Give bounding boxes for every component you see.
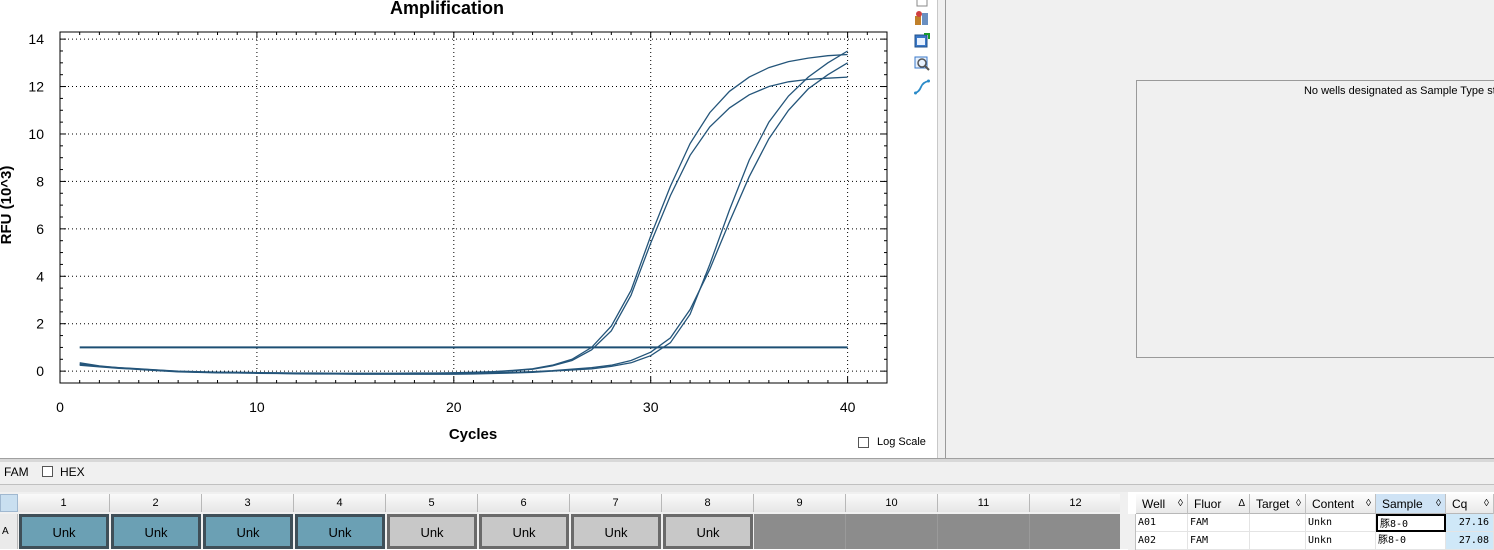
plot-frame [59, 31, 888, 384]
column-header-label: Fluor [1194, 497, 1222, 511]
sort-icon[interactable]: ◊ [1296, 494, 1301, 513]
page-icon[interactable] [914, 0, 930, 8]
x-tick-label: 0 [56, 399, 64, 415]
hex-checkbox[interactable] [42, 466, 53, 477]
column-header-content[interactable]: Content ◊ [1306, 494, 1376, 514]
column-header-6[interactable]: 6 [478, 494, 570, 512]
well-a5[interactable]: Unk [387, 514, 477, 549]
vertical-splitter[interactable] [937, 0, 946, 458]
sort-icon[interactable]: ◊ [1484, 494, 1489, 513]
column-header-target[interactable]: Target ◊ [1250, 494, 1306, 514]
y-tick-label: 0 [36, 363, 44, 379]
standard-curve-panel: No wells designated as Sample Type stand… [946, 0, 1494, 458]
row-header-a[interactable]: A [0, 514, 18, 549]
cell-sample[interactable]: 豚8-0 [1376, 532, 1446, 550]
well-a10[interactable] [846, 514, 938, 549]
column-header-5[interactable]: 5 [386, 494, 478, 512]
row-selector[interactable] [1128, 532, 1136, 550]
fluor-selector-bar: FAM HEX [0, 462, 1494, 484]
cell-target[interactable] [1250, 514, 1306, 532]
cell-sample[interactable]: 豚8-0 [1376, 514, 1446, 532]
column-header-7[interactable]: 7 [570, 494, 662, 512]
well-a8[interactable]: Unk [663, 514, 753, 549]
cell-target[interactable] [1250, 532, 1306, 550]
fluor-label-hex[interactable]: HEX [60, 465, 85, 479]
plate-select-all[interactable] [0, 494, 18, 512]
y-tick-label: 2 [36, 316, 44, 332]
no-standards-message: No wells designated as Sample Type stand… [1303, 85, 1494, 97]
cell-cq[interactable]: 27.08 [1446, 532, 1494, 550]
column-header-fluor[interactable]: Fluor Δ [1188, 494, 1250, 514]
cell-cq[interactable]: 27.16 [1446, 514, 1494, 532]
column-header-3[interactable]: 3 [202, 494, 294, 512]
well-a6[interactable]: Unk [479, 514, 569, 549]
zoom-icon[interactable] [914, 55, 930, 71]
export-icon[interactable] [914, 33, 930, 49]
well-a4[interactable]: Unk [295, 514, 385, 549]
y-tick-label: 14 [28, 31, 44, 47]
fluor-label-fam[interactable]: FAM [4, 465, 29, 479]
x-tick-label: 40 [840, 399, 856, 415]
column-header-2[interactable]: 2 [110, 494, 202, 512]
amplification-chart-panel: 0 10 20 30 40 0 2 4 6 8 10 12 14 Amplification Cycles R… [0, 0, 935, 458]
amplification-chart[interactable]: 0 10 20 30 40 0 2 4 6 8 10 12 14 Amplification Cycles R… [0, 0, 935, 458]
column-header-label: Sample [1382, 497, 1423, 511]
column-header-12[interactable]: 12 [1030, 494, 1122, 512]
column-header-well[interactable]: Well ◊ [1136, 494, 1188, 514]
column-header-8[interactable]: 8 [662, 494, 754, 512]
chart-settings-icon[interactable] [914, 10, 930, 26]
column-header-label: Content [1312, 497, 1355, 511]
cell-fluor[interactable]: FAM [1188, 532, 1250, 550]
x-tick-label: 30 [643, 399, 659, 415]
column-header-label: Cq [1452, 497, 1468, 511]
chart-title: Amplification [390, 0, 504, 18]
x-tick-label: 10 [249, 399, 265, 415]
log-scale-checkbox-box[interactable] [858, 437, 869, 448]
column-header-cq[interactable]: Cq ◊ [1446, 494, 1494, 514]
sort-icon[interactable]: ◊ [1436, 494, 1441, 513]
row-selector[interactable] [1128, 514, 1136, 532]
well-a3[interactable]: Unk [203, 514, 293, 549]
y-tick-label: 12 [28, 79, 44, 95]
chart-toolbar [908, 0, 936, 110]
well-a9[interactable] [754, 514, 846, 549]
cell-fluor[interactable]: FAM [1188, 514, 1250, 532]
well-a1[interactable]: Unk [19, 514, 109, 549]
cell-content[interactable]: Unkn [1306, 514, 1376, 532]
sort-icon[interactable]: ◊ [1366, 494, 1371, 513]
column-header-10[interactable]: 10 [846, 494, 938, 512]
y-tick-label: 8 [36, 173, 44, 189]
plate-view: A 1 Unk 2 Unk 3 Unk 4 Unk 5 Unk 6 Unk 7 Unk 8 Unk 9 10 11 1… [0, 492, 1122, 549]
curve-icon[interactable] [914, 79, 930, 95]
log-scale-label: Log Scale [877, 436, 926, 448]
column-header-9[interactable]: 9 [754, 494, 846, 512]
y-tick-label: 4 [36, 268, 44, 284]
column-header-label: Target [1256, 497, 1290, 511]
column-header-sample[interactable]: Sample ◊ [1376, 494, 1446, 514]
x-tick-label: 20 [446, 399, 462, 415]
cell-content[interactable]: Unkn [1306, 532, 1376, 550]
results-table: Well ◊ Fluor Δ Target ◊ Content ◊ Sample ◊ Cq ◊ A01 F… [1128, 492, 1494, 550]
column-header-11[interactable]: 11 [938, 494, 1030, 512]
well-a12[interactable] [1030, 514, 1122, 549]
sort-icon[interactable]: ◊ [1178, 494, 1183, 513]
standard-curve-box: No wells designated as Sample Type stand… [1136, 80, 1494, 358]
cell-well[interactable]: A02 [1136, 532, 1188, 550]
column-header-4[interactable]: 4 [294, 494, 386, 512]
well-a7[interactable]: Unk [571, 514, 661, 549]
y-tick-label: 10 [28, 126, 44, 142]
sort-icon[interactable]: Δ [1238, 494, 1245, 513]
y-tick-label: 6 [36, 221, 44, 237]
plate-table-splitter[interactable] [1120, 492, 1128, 549]
column-header-1[interactable]: 1 [18, 494, 110, 512]
y-axis-label: RFU (10^3) [0, 166, 15, 245]
well-a2[interactable]: Unk [111, 514, 201, 549]
x-axis-label: Cycles [449, 426, 497, 443]
column-header-label: Well [1142, 497, 1166, 511]
well-a11[interactable] [938, 514, 1030, 549]
cell-well[interactable]: A01 [1136, 514, 1188, 532]
lower-splitter[interactable] [0, 484, 1494, 492]
